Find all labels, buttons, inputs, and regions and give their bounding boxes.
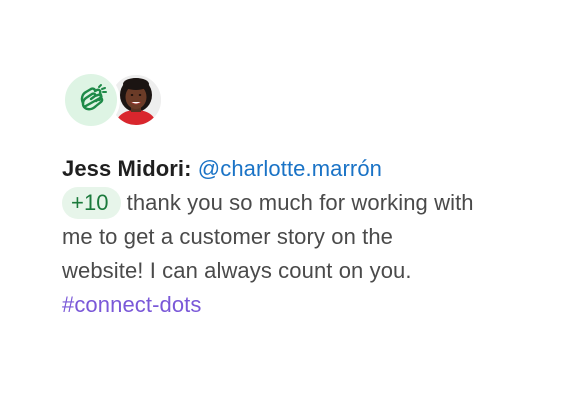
message-line-2: +10 thank you so much for working with — [62, 186, 532, 220]
clapping-hands-icon — [80, 84, 107, 111]
mention-link[interactable]: @charlotte.marrón — [198, 156, 382, 181]
message-line-1: Jess Midori: @charlotte.marrón — [62, 152, 532, 186]
points-badge: +10 — [62, 187, 121, 219]
hashtag-link[interactable]: #connect-dots — [62, 292, 202, 317]
recognition-card: Jess Midori: @charlotte.marrón +10 thank … — [0, 0, 576, 401]
message-text-1: thank you so much for working with — [126, 190, 474, 215]
clapping-hands-avatar — [62, 71, 120, 129]
avatar-group — [62, 70, 172, 132]
recognition-message: Jess Midori: @charlotte.marrón +10 thank … — [62, 152, 532, 322]
message-text-2: me to get a customer story on the — [62, 224, 394, 249]
message-line-4: website! I can always count on you. — [62, 254, 532, 288]
author-name: Jess Midori: — [62, 156, 192, 181]
message-text-3: website! I can always count on you. — [62, 258, 412, 283]
message-line-3: me to get a customer story on the — [62, 220, 532, 254]
message-line-5: #connect-dots — [62, 288, 532, 322]
